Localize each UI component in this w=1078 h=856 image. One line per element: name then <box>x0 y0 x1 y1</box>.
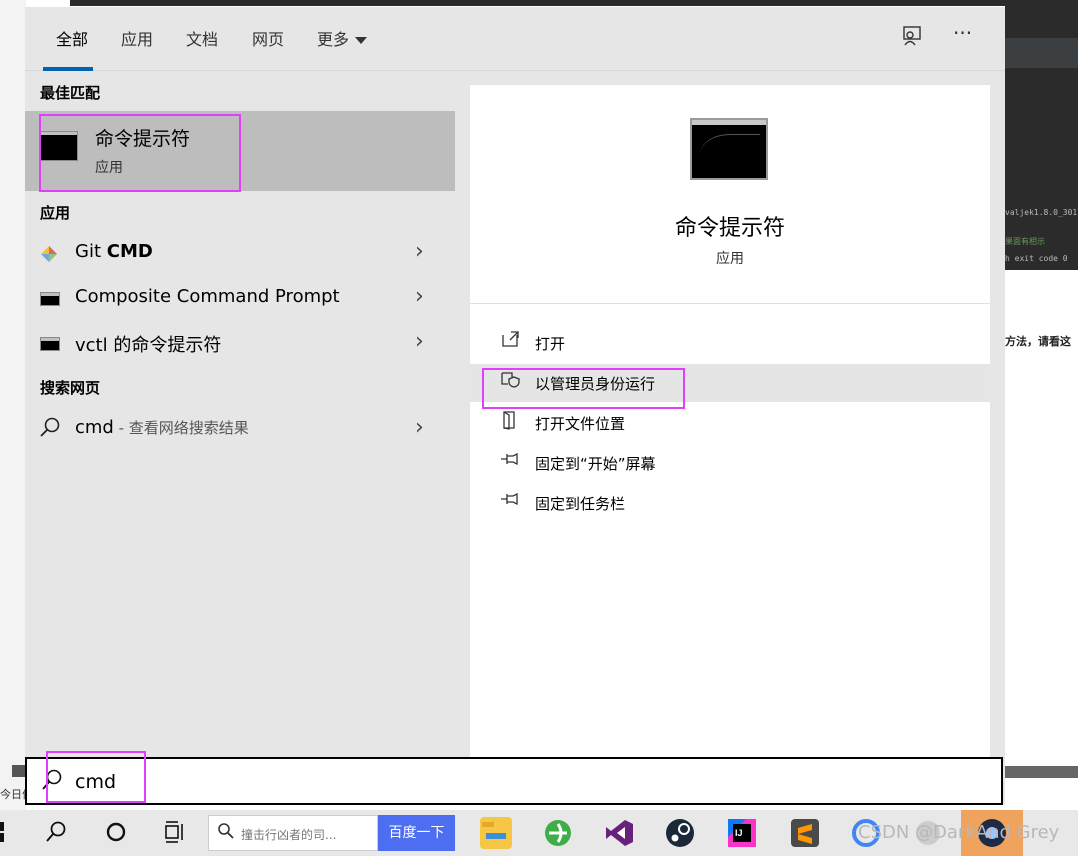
chevron-down-icon <box>355 37 368 44</box>
search-icon[interactable] <box>44 820 68 850</box>
action-pin-to-taskbar[interactable]: 固定到任务栏 <box>470 484 990 522</box>
chevron-right-icon[interactable]: › <box>415 284 424 309</box>
web-search-item[interactable]: cmd - 查看网络搜索结果 › <box>25 407 455 451</box>
tab-web-label: 网页 <box>252 30 285 49</box>
app-item-label: Git CMD <box>75 241 153 262</box>
background-ide-toolbar <box>1005 38 1078 68</box>
detail-title: 命令提示符 <box>674 216 785 241</box>
tab-more[interactable]: 更多 <box>317 26 368 50</box>
web-search-heading: 搜索网页 <box>40 379 101 397</box>
app-item-vctl-command-prompt[interactable]: vctl 的命令提示符 › <box>25 321 455 365</box>
background-console-line: valjek1.8.0_301\b <box>1005 208 1078 217</box>
app-item-git-cmd[interactable]: Git CMD › <box>25 231 455 275</box>
detail-pane: 命令提示符 应用 打开 以管理员身份运行 打开文件位置 固定到“开始”屏幕 固定… <box>470 85 990 757</box>
watermark: CSDN @DarkAnd Grey <box>858 822 1060 843</box>
chevron-right-icon[interactable]: › <box>415 329 424 354</box>
app-item-composite-command-prompt[interactable]: Composite Command Prompt › <box>25 276 455 320</box>
search-bar[interactable] <box>25 757 1003 805</box>
taskbar-search-placeholder: 撞击行凶者的司... <box>241 828 337 842</box>
file-location-icon <box>500 410 520 435</box>
background-window-left <box>0 0 26 810</box>
command-prompt-icon <box>40 292 60 306</box>
chevron-right-icon[interactable]: › <box>415 239 424 264</box>
open-icon <box>500 330 520 353</box>
divider <box>470 303 990 304</box>
best-match-heading: 最佳匹配 <box>40 84 101 102</box>
background-bar <box>1005 766 1078 778</box>
background-article-text: 方法，请看这 <box>1005 335 1071 348</box>
action-label: 固定到任务栏 <box>535 495 626 513</box>
search-icon <box>39 416 61 442</box>
action-open[interactable]: 打开 <box>470 324 990 362</box>
command-prompt-icon <box>40 337 60 351</box>
search-tabs-bar: 全部 应用 文档 网页 更多 ··· <box>25 7 1005 71</box>
web-search-label: cmd - 查看网络搜索结果 <box>75 417 249 438</box>
steam-icon[interactable] <box>664 817 696 849</box>
command-prompt-large-icon <box>690 118 768 180</box>
svg-text:IJ: IJ <box>735 828 743 838</box>
more-options-icon[interactable]: ··· <box>953 21 972 45</box>
taskbar-search-box[interactable]: 撞击行凶者的司... <box>208 815 378 851</box>
file-explorer-icon[interactable] <box>480 817 512 849</box>
web-search-query: cmd <box>75 417 114 438</box>
pin-icon <box>500 490 520 513</box>
task-view-icon[interactable] <box>162 820 186 850</box>
windows-start-icon[interactable] <box>0 820 6 850</box>
cortana-icon[interactable] <box>104 820 128 850</box>
git-icon <box>41 246 57 262</box>
action-open-file-location[interactable]: 打开文件位置 <box>470 404 990 442</box>
background-console-line: h exit code 0 <box>1005 254 1068 263</box>
background-ide-top <box>70 0 1010 6</box>
app-item-label: Composite Command Prompt <box>75 286 340 307</box>
action-label: 打开 <box>535 335 566 353</box>
highlight-best-match <box>39 114 241 192</box>
highlight-search-input <box>46 751 146 803</box>
action-label: 固定到“开始”屏幕 <box>535 455 656 473</box>
tab-documents[interactable]: 文档 <box>186 26 218 50</box>
action-pin-to-start[interactable]: 固定到“开始”屏幕 <box>470 444 990 482</box>
baidu-search-button[interactable]: 百度一下 <box>378 815 455 851</box>
tab-more-label: 更多 <box>317 30 350 49</box>
web-search-hint: - 查看网络搜索结果 <box>113 419 249 437</box>
background-console-line: 果面有相示 <box>1005 237 1045 246</box>
app-item-label: vctl 的命令提示符 <box>75 335 222 356</box>
tab-all[interactable]: 全部 <box>56 26 88 50</box>
visual-studio-icon[interactable] <box>603 817 635 849</box>
browser-icon[interactable] <box>542 817 574 849</box>
chevron-right-icon[interactable]: › <box>415 415 424 440</box>
highlight-run-as-admin <box>482 368 685 409</box>
app-item-label-bold: CMD <box>106 241 153 262</box>
detail-subtitle: 应用 <box>716 251 744 267</box>
pin-icon <box>500 450 520 473</box>
feedback-icon[interactable] <box>901 25 923 52</box>
action-label: 打开文件位置 <box>535 415 626 433</box>
tab-web[interactable]: 网页 <box>252 26 284 50</box>
apps-heading: 应用 <box>40 204 71 222</box>
intellij-idea-icon[interactable]: IJ <box>726 817 758 849</box>
search-icon <box>217 822 235 845</box>
sublime-text-icon[interactable] <box>789 817 821 849</box>
app-item-label-plain: Git <box>75 241 107 262</box>
tab-apps[interactable]: 应用 <box>121 26 153 50</box>
background-strip <box>12 765 26 777</box>
